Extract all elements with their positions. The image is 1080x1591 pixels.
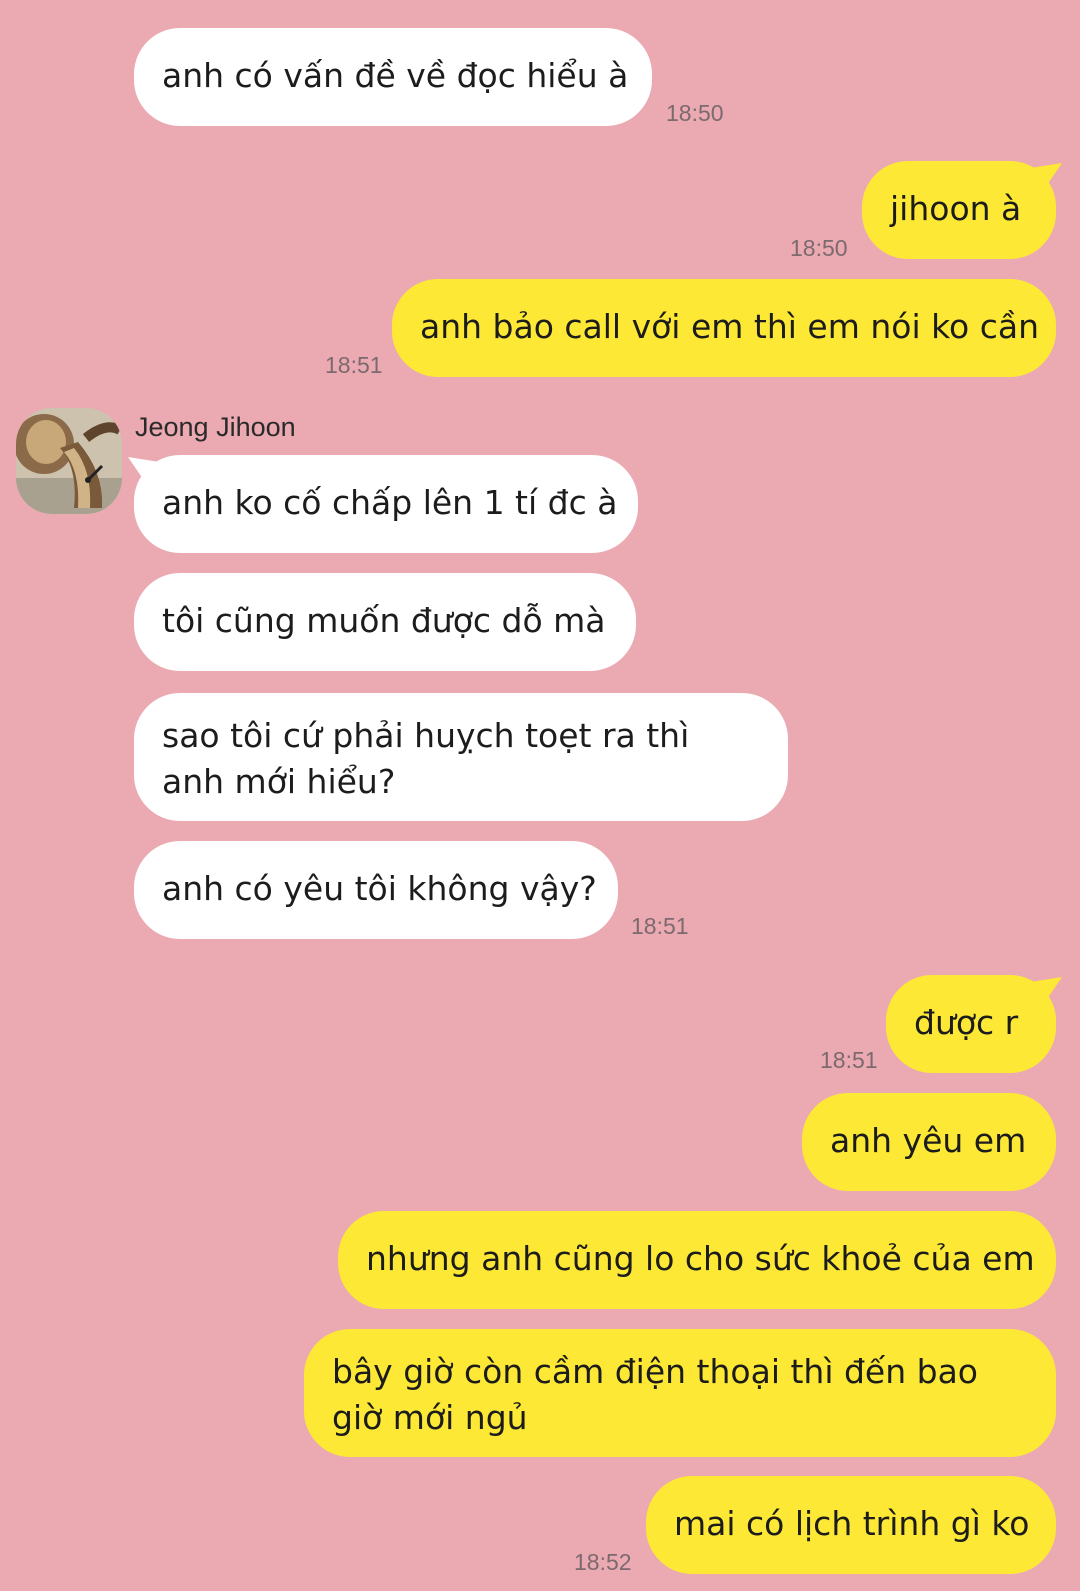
message-bubble-outgoing[interactable]: được r <box>886 975 1056 1073</box>
message-bubble-incoming[interactable]: sao tôi cứ phải huỵch toẹt ra thì anh mớ… <box>134 693 788 821</box>
message-timestamp: 18:50 <box>790 235 848 261</box>
message-bubble-outgoing[interactable]: nhưng anh cũng lo cho sức khoẻ của em <box>338 1211 1056 1309</box>
message-timestamp: 18:50 <box>666 100 724 126</box>
message-bubble-outgoing[interactable]: bây giờ còn cầm điện thoại thì đến bao g… <box>304 1329 1056 1457</box>
message-timestamp: 18:51 <box>325 352 383 378</box>
message-bubble-outgoing[interactable]: mai có lịch trình gì ko <box>646 1476 1056 1574</box>
contact-avatar[interactable] <box>16 408 122 514</box>
message-timestamp: 18:51 <box>631 913 689 939</box>
message-bubble-incoming[interactable]: tôi cũng muốn được dỗ mà <box>134 573 636 671</box>
message-bubble-incoming[interactable]: anh có vấn đề về đọc hiểu à <box>134 28 652 126</box>
message-timestamp: 18:51 <box>820 1047 878 1073</box>
message-bubble-outgoing[interactable]: jihoon à <box>862 161 1056 259</box>
message-bubble-outgoing[interactable]: anh yêu em <box>802 1093 1056 1191</box>
sender-name: Jeong Jihoon <box>135 412 296 442</box>
cobra-avatar-icon <box>16 408 122 514</box>
message-timestamp: 18:52 <box>574 1549 632 1575</box>
message-bubble-outgoing[interactable]: anh bảo call với em thì em nói ko cần <box>392 279 1056 377</box>
message-bubble-incoming[interactable]: anh ko cố chấp lên 1 tí đc à <box>134 455 638 553</box>
chat-area[interactable]: anh có vấn đề về đọc hiểu à 18:50 jihoon… <box>0 0 1080 1591</box>
message-bubble-incoming[interactable]: anh có yêu tôi không vậy? <box>134 841 618 939</box>
